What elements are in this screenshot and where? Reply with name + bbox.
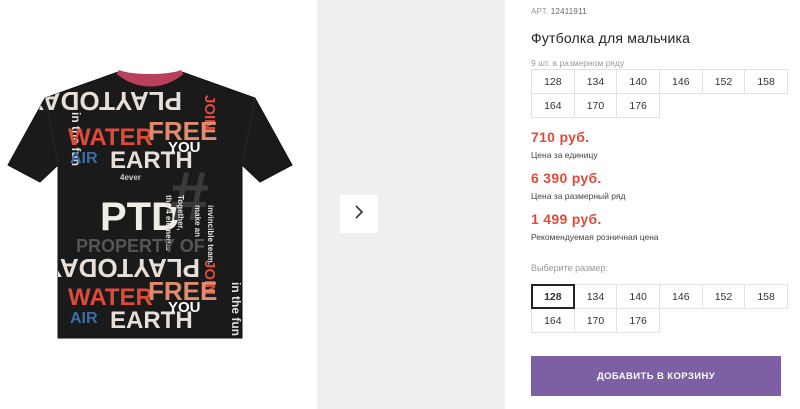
size-select-label: Выберите размер: — [531, 263, 608, 273]
unit-price-label: Цена за единицу — [531, 150, 598, 160]
size-option-164[interactable]: 164 — [531, 308, 575, 333]
next-image-button[interactable] — [340, 195, 378, 233]
pack-size-cell: 164 — [531, 93, 575, 118]
svg-text:#: # — [170, 157, 209, 235]
size-selector: 128 134 140 146 152 158 164 170 176 — [531, 284, 788, 333]
pack-size-cell: 176 — [616, 93, 660, 118]
shirt-print-text: AIR — [70, 150, 98, 167]
pack-size-cell: 128 — [531, 69, 575, 94]
shirt-print-text: invincible team. — [206, 205, 215, 265]
shirt-print-text: PLAYTODAY — [27, 86, 182, 116]
pack-size-cell: 134 — [573, 69, 618, 94]
product-gallery: PLAYTODAY JOIN in the fun WATER FREE AIR… — [0, 0, 505, 409]
size-option-146[interactable]: 146 — [658, 284, 703, 309]
add-to-cart-button[interactable]: ДОБАВИТЬ В КОРЗИНУ — [531, 356, 781, 396]
t-shirt-illustration: PLAYTODAY JOIN in the fun WATER FREE AIR… — [7, 69, 293, 339]
pack-sizes-grid: 128 134 140 146 152 158 164 170 176 — [531, 69, 788, 118]
pack-price-label: Цена за размерный ряд — [531, 191, 626, 201]
shirt-print-text: AIR — [70, 310, 98, 327]
main-product-image: PLAYTODAY JOIN in the fun WATER FREE AIR… — [0, 0, 300, 409]
shirt-print-text: 4ever — [120, 173, 141, 182]
size-option-176[interactable]: 176 — [616, 308, 660, 333]
shirt-print-text: YOU — [168, 299, 201, 316]
chevron-right-icon — [353, 204, 365, 225]
pack-size-cell: 152 — [701, 69, 746, 94]
shirt-print-text: PROPERTY OF — [76, 236, 205, 256]
shirt-print-text: YOU — [168, 139, 201, 156]
pack-size-cell: 158 — [744, 69, 788, 94]
product-info: АРТ. 12411911 Футболка для мальчика 9 шт… — [531, 0, 800, 409]
size-option-140[interactable]: 140 — [616, 284, 660, 309]
shirt-print-text: make an — [193, 205, 202, 237]
pack-size-cell: 170 — [573, 93, 618, 118]
size-option-152[interactable]: 152 — [701, 284, 746, 309]
shirt-print-text: in the fun — [229, 282, 243, 336]
size-option-170[interactable]: 170 — [573, 308, 618, 333]
size-option-134[interactable]: 134 — [573, 284, 618, 309]
product-title: Футболка для мальчика — [531, 30, 691, 46]
unit-price: 710 руб. — [531, 129, 590, 145]
size-option-128[interactable]: 128 — [531, 284, 575, 309]
pack-size-cell: 140 — [616, 69, 660, 94]
pack-note: 9 шт. в размерном ряду — [531, 58, 625, 68]
retail-price-label: Рекомендуемая розничная цена — [531, 232, 659, 242]
pack-size-cell: 146 — [658, 69, 703, 94]
retail-price: 1 499 руб. — [531, 211, 602, 227]
pack-price: 6 390 руб. — [531, 170, 602, 186]
shirt-print-text: Together, — [176, 195, 185, 230]
article-number: АРТ. 12411911 — [531, 7, 587, 16]
size-option-158[interactable]: 158 — [744, 284, 788, 309]
